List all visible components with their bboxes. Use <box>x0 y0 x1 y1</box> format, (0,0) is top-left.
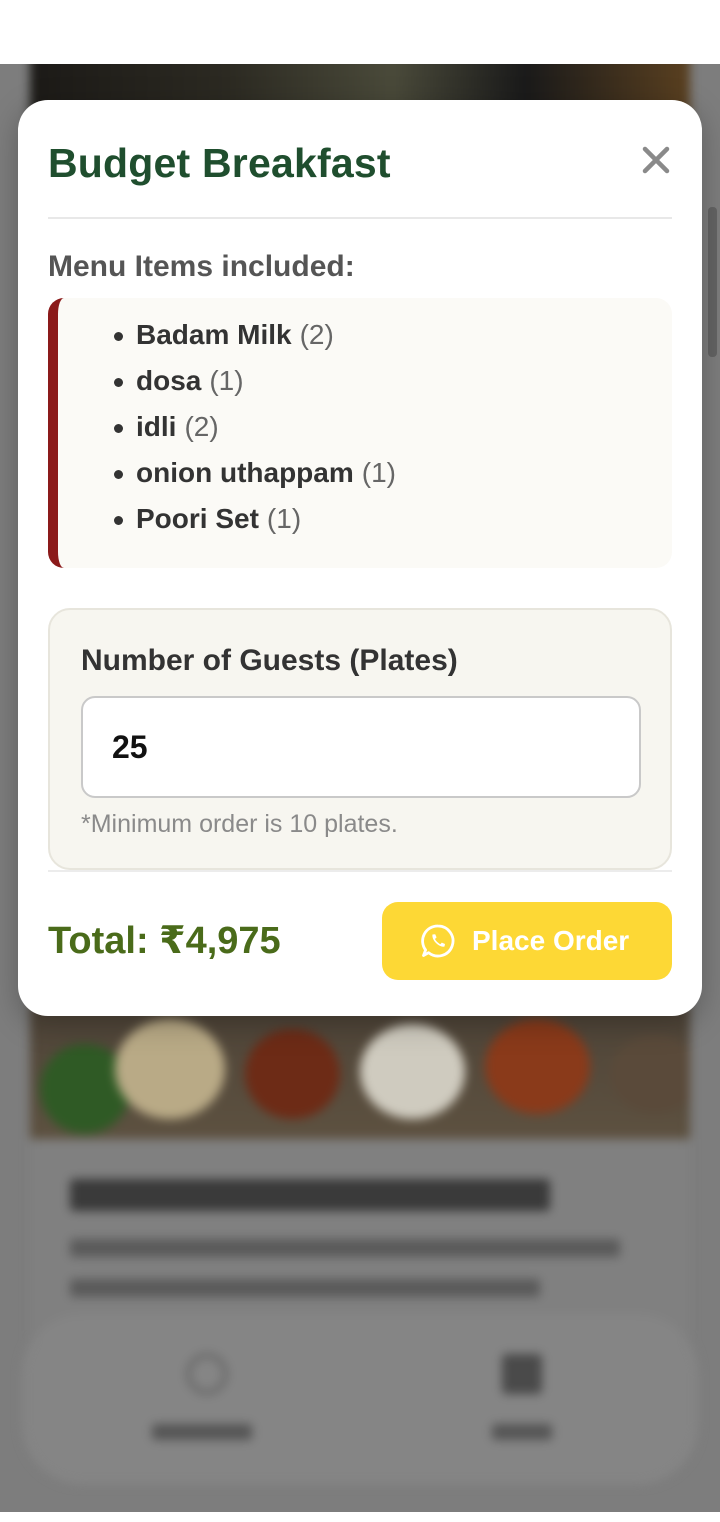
bullet-icon <box>114 378 123 387</box>
menu-item-name: Poori Set <box>136 503 259 534</box>
menu-item-qty: (2) <box>184 411 219 442</box>
menu-item-name: idli <box>136 411 177 442</box>
whatsapp-icon <box>421 924 455 958</box>
page-scrollbar <box>708 207 717 357</box>
bullet-icon <box>114 424 123 433</box>
menu-item-name: dosa <box>136 365 202 396</box>
menu-item-qty: (2) <box>299 319 334 350</box>
minimum-order-note: *Minimum order is 10 plates. <box>81 810 398 838</box>
menu-item: Poori Set (1) <box>100 496 396 542</box>
order-total: Total: ₹4,975 <box>48 920 281 962</box>
close-icon <box>642 146 670 174</box>
background-bottom-nav <box>22 1314 698 1484</box>
bullet-icon <box>114 470 123 479</box>
menu-item-qty: (1) <box>209 365 244 396</box>
menu-item: dosa (1) <box>100 358 396 404</box>
screen: Budget Breakfast Menu Items included: Ba… <box>0 0 720 1522</box>
modal-title: Budget Breakfast <box>48 140 391 186</box>
menu-item-qty: (1) <box>266 503 302 534</box>
menu-items-list: Badam Milk (2) dosa (1) idli (2) onion utha… <box>100 312 396 542</box>
footer-divider <box>48 870 672 872</box>
close-button[interactable] <box>640 144 672 176</box>
background-combo-card <box>30 1139 690 1339</box>
menu-item-qty: (1) <box>361 457 396 488</box>
menu-item-name: Badam Milk <box>136 319 292 350</box>
menu-item: onion uthappam (1) <box>100 450 396 496</box>
guests-input[interactable] <box>81 696 641 798</box>
menu-item: idli (2) <box>100 404 396 450</box>
guests-label: Number of Guests (Plates) <box>81 644 458 677</box>
guests-section: Number of Guests (Plates) *Minimum order… <box>48 608 672 870</box>
bullet-icon <box>114 516 123 525</box>
modal-header: Budget Breakfast <box>48 100 672 219</box>
package-details-modal: Budget Breakfast Menu Items included: Ba… <box>18 100 702 1016</box>
place-order-button[interactable]: Place Order <box>382 902 672 980</box>
menu-items-box: Badam Milk (2) dosa (1) idli (2) onion utha… <box>48 298 672 568</box>
menu-items-heading: Menu Items included: <box>48 250 355 283</box>
menu-item: Badam Milk (2) <box>100 312 396 358</box>
background-food-photo <box>30 1004 690 1139</box>
place-order-label: Place Order <box>472 925 630 956</box>
bullet-icon <box>114 332 123 341</box>
menu-item-name: onion uthappam <box>136 457 354 488</box>
